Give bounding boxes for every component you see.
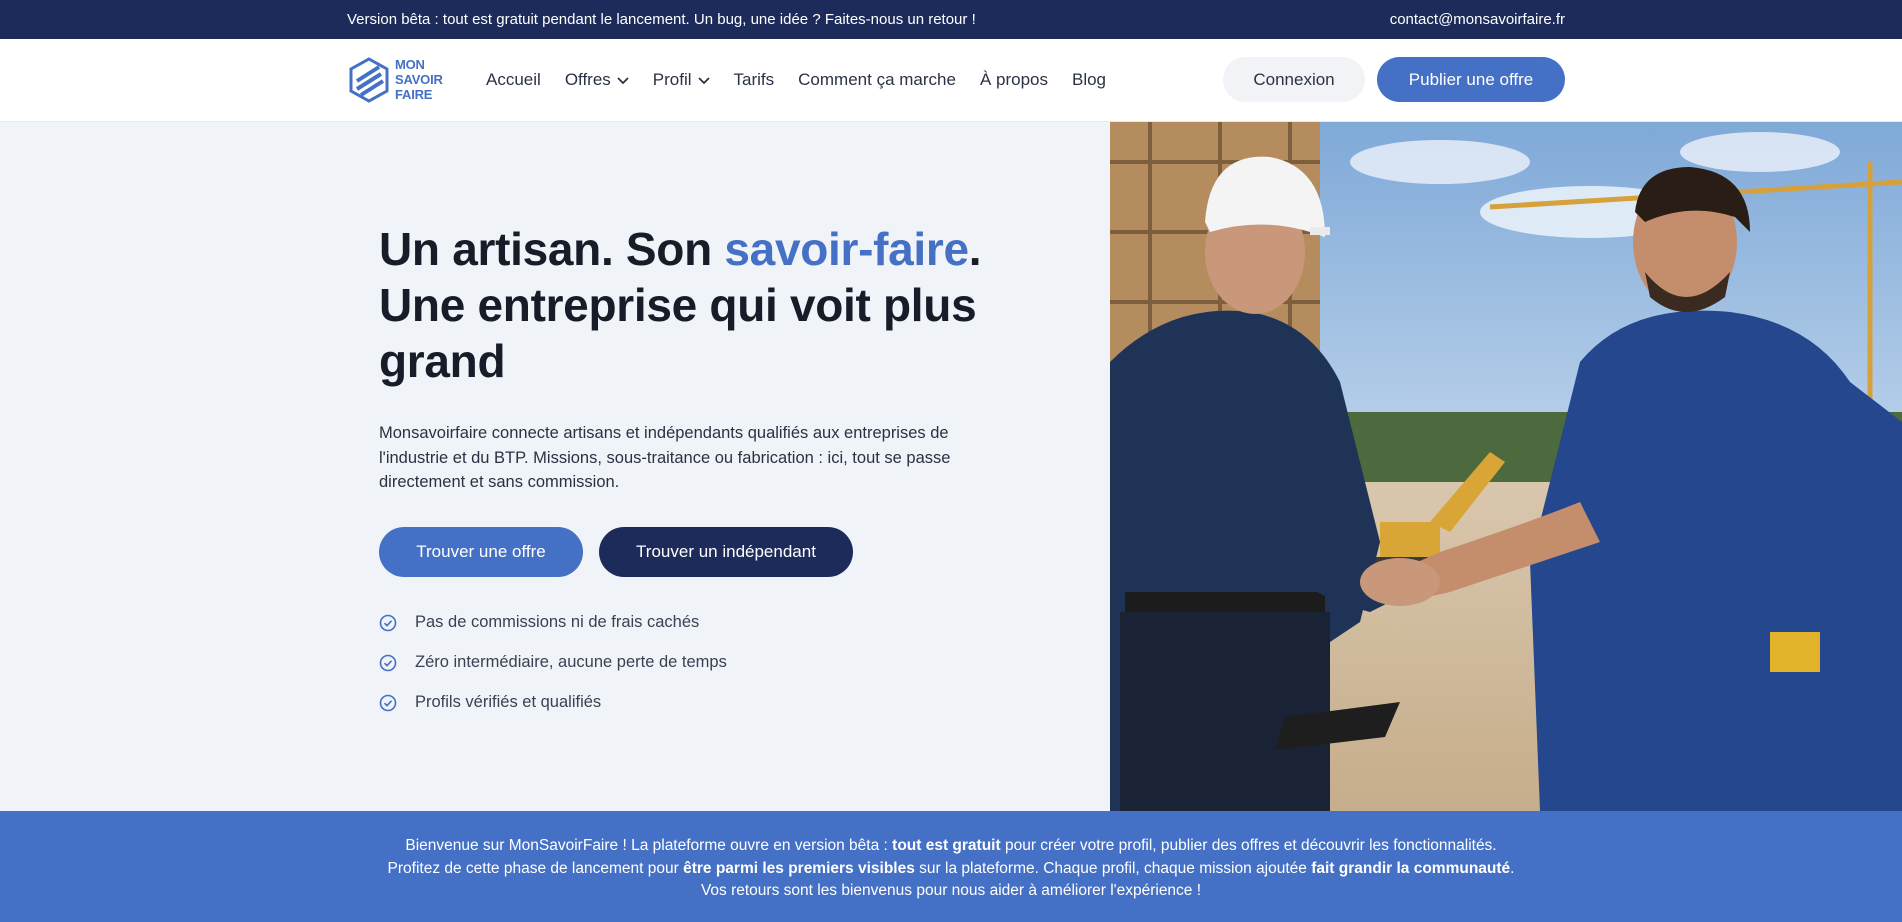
handshake-illustration	[1110, 122, 1902, 811]
nav-item-comment-ca-marche[interactable]: Comment ça marche	[798, 70, 956, 90]
announcement-text: Version bêta : tout est gratuit pendant …	[347, 11, 976, 28]
contact-email-link[interactable]: contact@monsavoirfaire.fr	[1390, 11, 1565, 28]
announcement-bar: Version bêta : tout est gratuit pendant …	[0, 0, 1902, 39]
nav-item-profil[interactable]: Profil	[653, 70, 710, 90]
banner-line-2: Profitez de cette phase de lancement pou…	[387, 859, 1515, 877]
find-offer-button[interactable]: Trouver une offre	[379, 526, 583, 577]
benefit-item: Pas de commissions ni de frais cachés	[379, 603, 999, 643]
beta-welcome-banner: Bienvenue sur MonSavoirFaire ! La platef…	[0, 811, 1902, 922]
banner-line-3: Vos retours sont les bienvenus pour nous…	[700, 882, 1202, 899]
nav-item-accueil[interactable]: Accueil	[486, 70, 541, 90]
publish-offer-button[interactable]: Publier une offre	[1377, 57, 1565, 102]
logo-mark-icon	[349, 57, 389, 103]
check-circle-icon	[379, 694, 397, 711]
hero-section: Un artisan. Son savoir-faire. Une entrep…	[0, 122, 1902, 811]
hero-image-handshake	[1110, 122, 1902, 811]
chevron-down-icon	[697, 70, 710, 90]
hero-content: Un artisan. Son savoir-faire. Une entrep…	[379, 221, 999, 723]
check-circle-icon	[379, 654, 397, 671]
benefit-item: Zéro intermédiaire, aucune perte de temp…	[379, 643, 999, 683]
hero-cta-group: Trouver une offre Trouver un indépendant	[379, 526, 999, 577]
banner-line-1: Bienvenue sur MonSavoirFaire ! La platef…	[405, 837, 1497, 854]
hero-title-accent: savoir-faire	[724, 223, 969, 275]
hero-description: Monsavoirfaire connecte artisans et indé…	[379, 424, 951, 491]
hero-title: Un artisan. Son savoir-faire. Une entrep…	[379, 223, 982, 387]
nav-item-offres[interactable]: Offres	[565, 70, 629, 90]
logo-wordmark: MON SAVOIR FAIRE	[395, 57, 443, 102]
login-button[interactable]: Connexion	[1223, 57, 1365, 102]
check-circle-icon	[379, 614, 397, 631]
benefit-item: Profils vérifiés et qualifiés	[379, 683, 999, 723]
nav-item-blog[interactable]: Blog	[1072, 70, 1106, 90]
site-logo[interactable]: MON SAVOIR FAIRE	[347, 57, 457, 105]
nav-item-tarifs[interactable]: Tarifs	[734, 70, 775, 90]
nav-item-a-propos[interactable]: À propos	[980, 70, 1048, 90]
chevron-down-icon	[617, 70, 629, 90]
find-independent-button[interactable]: Trouver un indépendant	[599, 526, 853, 577]
benefits-list: Pas de commissions ni de frais cachés Zé…	[379, 603, 999, 723]
main-navbar: MON SAVOIR FAIRE Accueil Offres Profil T…	[0, 39, 1902, 122]
nav-menu: Accueil Offres Profil Tarifs Comment ça …	[486, 70, 1130, 90]
